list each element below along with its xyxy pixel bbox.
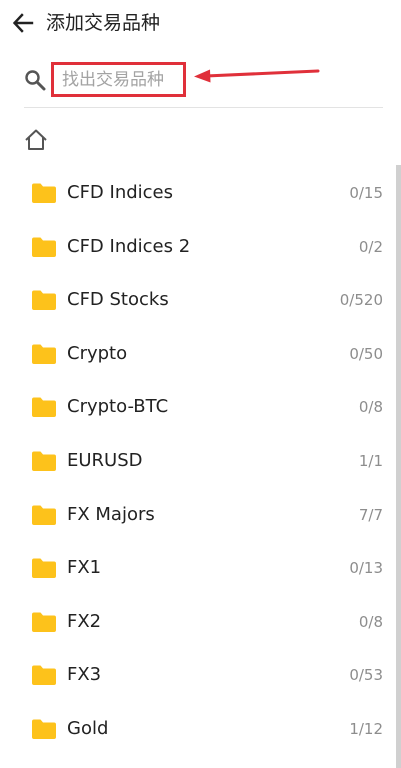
folder-item[interactable]: Gold 1/12 <box>0 703 396 757</box>
folder-count: 0/520 <box>339 291 383 310</box>
folder-count: 0/13 <box>349 559 383 578</box>
folder-name: Crypto-BTC <box>67 396 169 418</box>
folder-name: CFD Stocks <box>67 289 169 311</box>
annotation-arrow <box>194 69 320 83</box>
folder-count: 7/7 <box>358 505 383 524</box>
folder-icon <box>32 612 56 632</box>
folder-name: FX1 <box>67 557 102 579</box>
folder-icon <box>32 451 56 471</box>
folder-icon <box>32 237 56 257</box>
home-button[interactable] <box>22 126 50 154</box>
folder-icon <box>32 290 56 311</box>
folder-item[interactable]: Crypto 0/50 <box>0 328 396 382</box>
folder-name: CFD Indices <box>67 182 173 203</box>
folder-icon <box>32 558 56 579</box>
folder-name: CFD Indices 2 <box>67 235 191 257</box>
folder-item[interactable]: CFD Indices 2 0/2 <box>0 221 396 275</box>
arrow-left-icon <box>12 13 34 33</box>
folder-item[interactable]: FX1 0/13 <box>0 542 396 596</box>
folder-item[interactable]: EURUSD 1/1 <box>0 435 396 489</box>
search-input[interactable] <box>62 69 180 90</box>
folder-item[interactable]: CFD Stocks 0/520 <box>0 274 396 328</box>
folder-count: 0/53 <box>349 666 383 685</box>
folder-count: 1/12 <box>349 719 383 738</box>
page-title: 添加交易品种 <box>46 12 161 34</box>
folder-item[interactable]: FX3 0/53 <box>0 649 396 703</box>
folder-count: 0/2 <box>358 237 383 256</box>
folder-icon <box>32 505 56 525</box>
search-highlight-box <box>51 62 186 97</box>
folder-list: CFD Indices 0/15 CFD Indices 2 0/2 CFD S… <box>0 167 396 757</box>
folder-name: FX Majors <box>67 503 155 525</box>
folder-count: 0/15 <box>349 184 383 202</box>
folder-item[interactable]: FX2 0/8 <box>0 596 396 650</box>
scrollbar[interactable] <box>396 165 401 768</box>
folder-icon <box>32 719 56 739</box>
folder-name: FX3 <box>67 664 102 686</box>
folder-name: EURUSD <box>67 449 143 471</box>
back-button[interactable] <box>10 10 36 36</box>
folder-icon <box>32 665 56 686</box>
folder-icon <box>32 397 56 418</box>
folder-item[interactable]: FX Majors 7/7 <box>0 489 396 543</box>
divider <box>24 107 383 108</box>
folder-count: 1/1 <box>358 451 383 470</box>
folder-count: 0/8 <box>358 612 383 631</box>
home-icon <box>25 129 47 150</box>
search-icon <box>25 70 46 91</box>
folder-icon <box>32 344 56 364</box>
folder-icon <box>32 183 56 203</box>
folder-count: 0/50 <box>349 344 383 363</box>
folder-count: 0/8 <box>358 398 383 417</box>
folder-item[interactable]: CFD Indices 0/15 <box>0 167 396 221</box>
folder-name: Gold <box>67 717 109 739</box>
folder-name: FX2 <box>67 610 102 632</box>
folder-item[interactable]: Crypto-BTC 0/8 <box>0 381 396 435</box>
folder-name: Crypto <box>67 342 128 364</box>
header: 添加交易品种 <box>0 0 401 46</box>
